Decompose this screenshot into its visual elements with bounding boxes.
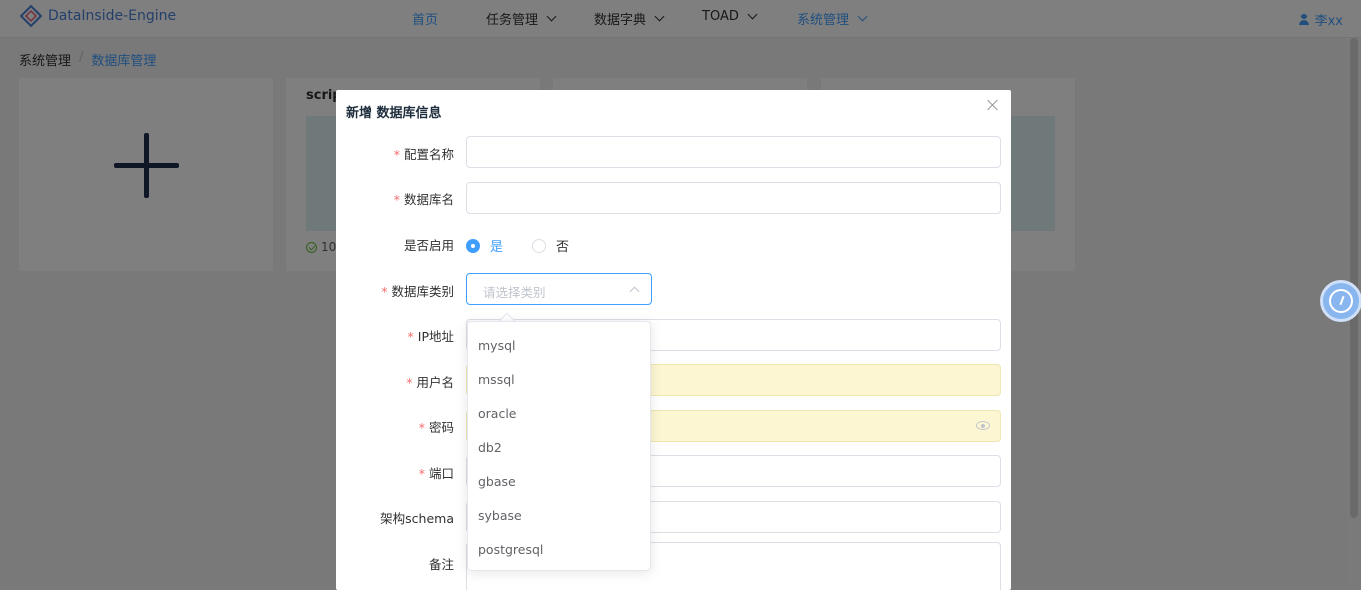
eye-icon[interactable]	[976, 421, 990, 430]
radio-dot	[532, 238, 546, 253]
option-mssql[interactable]: mssql	[478, 372, 515, 387]
select-placeholder: 请选择类别	[483, 285, 546, 300]
option-oracle[interactable]: oracle	[478, 406, 516, 421]
config-name-label: * 配置名称	[393, 147, 454, 162]
port-label: * 端口	[418, 466, 454, 481]
config-name-input[interactable]	[466, 136, 1001, 168]
add-database-dialog: 新增 数据库信息 * 配置名称 * 数据库名 是否启用 是 否 * 数据库类别 请选择…	[336, 90, 1011, 590]
dialog-title: 新增 数据库信息	[346, 106, 442, 121]
enabled-no-radio[interactable]: 否	[532, 236, 569, 255]
password-label: * 密码	[418, 420, 454, 435]
remark-label: 备注	[428, 557, 454, 572]
ip-label: * IP地址	[407, 329, 454, 344]
gauge-icon	[1329, 289, 1353, 313]
db-name-label: * 数据库名	[393, 192, 454, 207]
option-gbase[interactable]: gbase	[478, 474, 516, 489]
radio-yes-label: 是	[490, 240, 504, 255]
radio-no-label: 否	[556, 240, 570, 255]
enabled-yes-radio[interactable]: 是	[466, 236, 503, 255]
chevron-up-icon	[629, 286, 640, 297]
option-db2[interactable]: db2	[478, 440, 502, 455]
db-type-dropdown: mysql mssql oracle db2 gbase sybase post…	[467, 321, 651, 571]
username-label: * 用户名	[406, 375, 454, 390]
floating-help-button[interactable]	[1320, 280, 1361, 322]
enabled-label: 是否启用	[403, 238, 454, 253]
db-type-label: * 数据库类别	[381, 284, 454, 299]
close-icon[interactable]	[986, 98, 1000, 112]
schema-label: 架构schema	[380, 511, 454, 526]
option-sybase[interactable]: sybase	[478, 508, 522, 523]
radio-dot	[466, 238, 480, 253]
db-name-input[interactable]	[466, 182, 1001, 214]
option-postgresql[interactable]: postgresql	[478, 542, 543, 557]
option-mysql[interactable]: mysql	[478, 338, 516, 353]
db-type-select[interactable]: 请选择类别	[466, 273, 652, 305]
